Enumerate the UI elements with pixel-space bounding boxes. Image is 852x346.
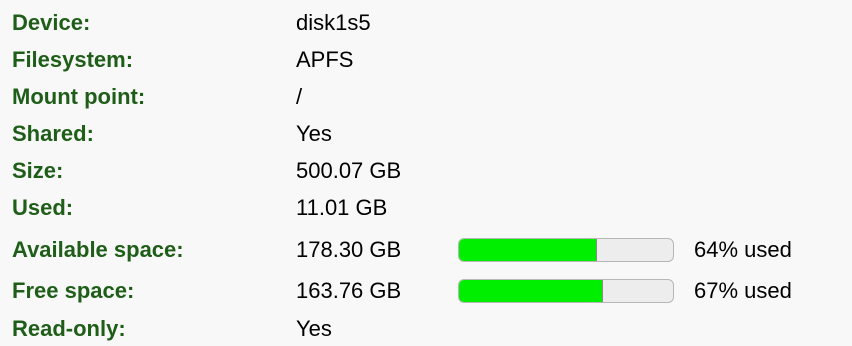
available-space-row: Available space: 178.30 GB 64% used	[12, 233, 792, 267]
device-label: Device:	[12, 10, 91, 35]
available-space-usage-bar	[458, 238, 674, 262]
filesystem-label: Filesystem:	[12, 47, 134, 72]
used-label: Used:	[12, 195, 74, 220]
free-space-label: Free space:	[12, 278, 135, 303]
size-row: Size: 500.07 GB	[12, 154, 458, 188]
available-space-label: Available space:	[12, 237, 184, 262]
device-row: Device: disk1s5	[12, 6, 458, 40]
free-space-usage-bar	[458, 279, 674, 303]
read-only-label: Read-only:	[12, 316, 126, 341]
shared-value: Yes	[296, 121, 332, 146]
filesystem-row: Filesystem: APFS	[12, 43, 458, 77]
available-space-value: 178.30 GB	[296, 237, 402, 262]
shared-label: Shared:	[12, 121, 94, 146]
filesystem-value: APFS	[296, 47, 354, 72]
size-label: Size:	[12, 158, 64, 183]
used-value: 11.01 GB	[296, 195, 388, 220]
available-space-usage-text: 64% used	[694, 237, 792, 262]
mount-point-value: /	[296, 84, 303, 109]
mount-point-label: Mount point:	[12, 84, 146, 109]
free-space-usage-text: 67% used	[694, 278, 792, 303]
read-only-row: Read-only: Yes	[12, 312, 458, 346]
shared-row: Shared: Yes	[12, 117, 458, 151]
free-space-row: Free space: 163.76 GB 67% used	[12, 274, 792, 308]
free-space-value: 163.76 GB	[296, 278, 402, 303]
read-only-value: Yes	[296, 316, 332, 341]
size-value: 500.07 GB	[296, 158, 402, 183]
mount-point-row: Mount point: /	[12, 80, 458, 114]
free-space-usage-fill	[459, 280, 604, 302]
device-value: disk1s5	[296, 10, 371, 35]
used-row: Used: 11.01 GB	[12, 191, 458, 225]
available-space-usage-fill	[459, 239, 597, 261]
